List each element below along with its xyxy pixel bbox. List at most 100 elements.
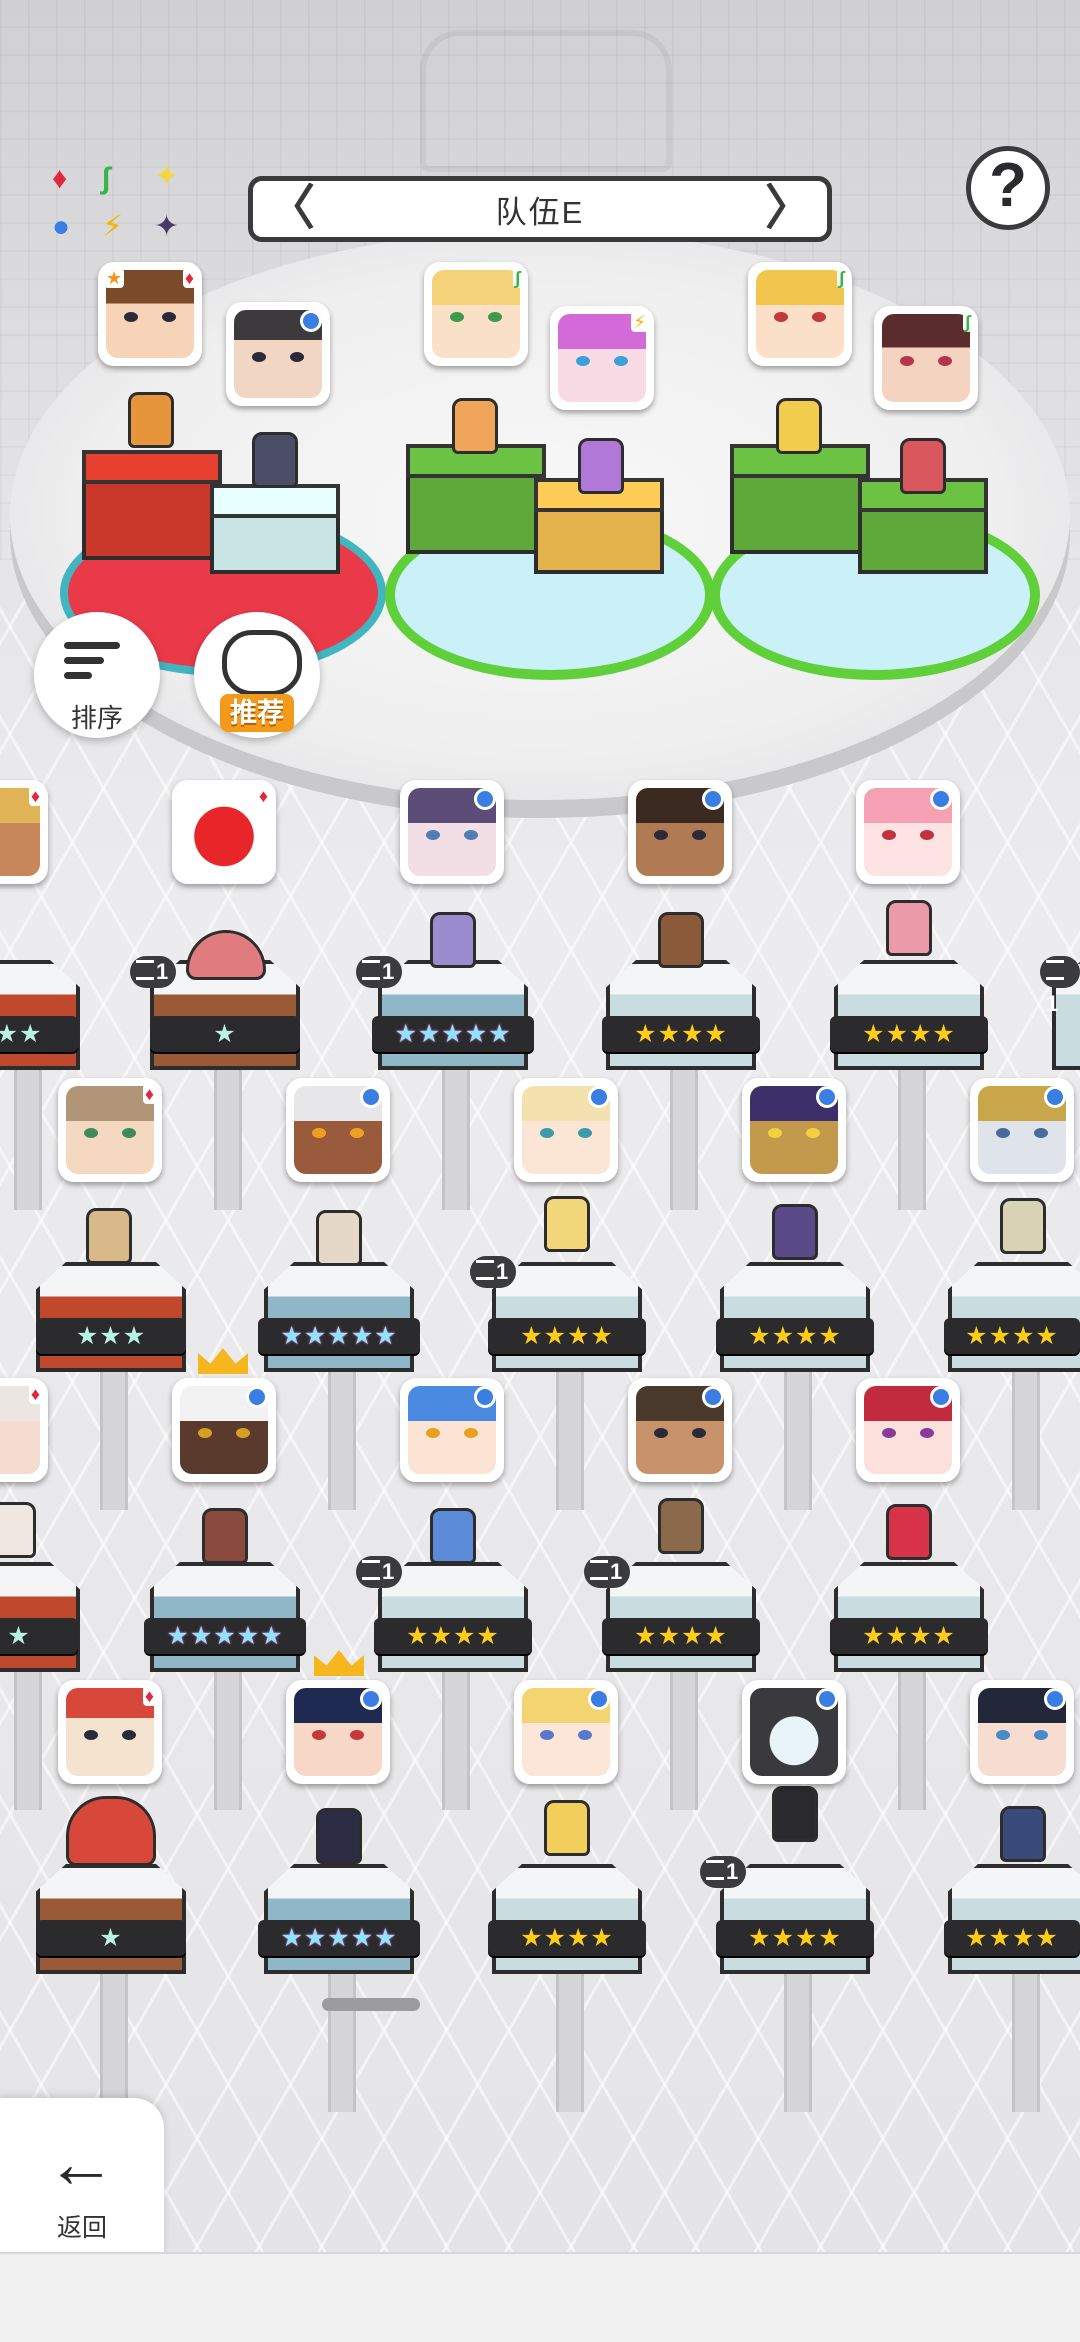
hero-portrait[interactable] — [400, 1378, 504, 1482]
party-portrait[interactable]: ∫ — [874, 306, 978, 410]
crown-icon — [314, 1650, 364, 1676]
star-rating: ★★★★★ — [144, 1618, 306, 1654]
back-label: 返回 — [56, 2214, 107, 2242]
pillar-post — [14, 1660, 42, 1810]
hero-pillar — [264, 1262, 414, 1372]
hero-sprite[interactable] — [66, 1796, 156, 1866]
bolt-yellow-icon: ⚡ — [102, 210, 124, 243]
hero-portrait[interactable] — [856, 1378, 960, 1482]
water-blue-icon: ● — [52, 210, 71, 243]
hero-portrait[interactable] — [172, 1378, 276, 1482]
red-element-icon: ♦ — [28, 786, 42, 806]
hero-pillar — [0, 960, 80, 1070]
hero-sprite[interactable] — [544, 1800, 590, 1856]
drag-handle[interactable] — [322, 1998, 420, 2011]
hero-pillar — [264, 1864, 414, 1974]
hero-sprite[interactable] — [1000, 1806, 1046, 1862]
hero-portrait[interactable] — [970, 1680, 1074, 1784]
hero-sprite[interactable] — [1000, 1198, 1046, 1254]
party-portrait[interactable] — [226, 302, 330, 406]
hero-sprite[interactable] — [316, 1210, 362, 1266]
hero-portrait[interactable] — [856, 780, 960, 884]
hero-sprite[interactable] — [658, 912, 704, 968]
hero-sprite[interactable] — [772, 1786, 818, 1842]
hero-sprite[interactable] — [886, 900, 932, 956]
hero-portrait[interactable]: ♦ — [172, 780, 276, 884]
star-rating: ★★★★ — [716, 1920, 874, 1956]
pillar-post — [328, 1360, 356, 1510]
help-button[interactable]: ? — [966, 146, 1050, 230]
water-element-icon — [930, 1386, 952, 1408]
hero-portrait[interactable]: ♦ — [0, 1378, 48, 1482]
element-affinity-chart[interactable]: ♦ ∫ ✦ ● ⚡ ✦ — [52, 160, 202, 252]
hero-portrait[interactable] — [514, 1078, 618, 1182]
party-sprite[interactable] — [578, 438, 624, 494]
hero-sprite[interactable] — [544, 1196, 590, 1252]
red-element-icon: ♦ — [28, 1384, 42, 1404]
party-sprite[interactable] — [252, 432, 298, 488]
water-element-icon — [930, 788, 952, 810]
hero-sprite[interactable] — [886, 1504, 932, 1560]
hero-sprite[interactable] — [430, 912, 476, 968]
leaf-element-icon: ∫ — [837, 268, 846, 288]
next-team-button[interactable]: 〉 — [765, 185, 813, 233]
pillar-post — [556, 1962, 584, 2112]
hero-portrait[interactable] — [286, 1078, 390, 1182]
hero-sprite[interactable] — [658, 1498, 704, 1554]
duplicate-count: 1 — [356, 956, 403, 988]
water-element-icon — [816, 1688, 838, 1710]
party-portrait[interactable]: ⚡ — [550, 306, 654, 410]
hero-portrait[interactable]: ♦ — [58, 1680, 162, 1784]
star-rating: ★★★★★ — [372, 1016, 534, 1052]
hero-sprite[interactable] — [430, 1508, 476, 1564]
hero-portrait[interactable] — [742, 1078, 846, 1182]
hero-sprite[interactable] — [772, 1204, 818, 1260]
hero-sprite[interactable] — [186, 930, 266, 980]
hero-sprite[interactable] — [202, 1508, 248, 1564]
star-rating: ★★★★ — [830, 1618, 988, 1654]
back-button[interactable]: ← 返回 — [0, 2098, 164, 2253]
party-portrait[interactable]: ∫ — [424, 262, 528, 366]
leaf-element-icon: ∫ — [963, 312, 972, 332]
hero-pillar — [606, 960, 756, 1070]
party-sprite[interactable] — [776, 398, 822, 454]
party-sprite[interactable] — [128, 392, 174, 448]
pillar-post — [214, 1060, 242, 1210]
water-element-icon — [702, 1386, 724, 1408]
hero-pillar — [834, 1562, 984, 1672]
hero-sprite[interactable] — [86, 1208, 132, 1264]
hero-portrait[interactable] — [400, 780, 504, 884]
star-rating: ★★★★ — [602, 1016, 760, 1052]
party-block — [210, 484, 340, 574]
hero-sprite[interactable] — [0, 1502, 36, 1558]
hero-portrait[interactable]: ♦ — [0, 780, 48, 884]
leader-star-icon: ★ — [104, 268, 125, 288]
leaf-element-icon: ∫ — [513, 268, 522, 288]
hero-pillar — [36, 1262, 186, 1372]
star-rating: ★★★★ — [944, 1318, 1080, 1354]
hero-portrait[interactable]: ♦ — [58, 1078, 162, 1182]
hero-portrait[interactable] — [286, 1680, 390, 1784]
water-element-icon — [702, 788, 724, 810]
party-portrait[interactable]: ★ ♦ — [98, 262, 202, 366]
pillar-post — [328, 1962, 356, 2112]
prev-team-button[interactable]: 〈 — [267, 185, 315, 233]
party-sprite[interactable] — [900, 438, 946, 494]
water-element-icon — [1044, 1688, 1066, 1710]
hero-sprite[interactable] — [316, 1808, 362, 1864]
hero-portrait[interactable] — [970, 1078, 1074, 1182]
red-element-icon: ♦ — [142, 1084, 156, 1104]
hero-portrait[interactable] — [742, 1680, 846, 1784]
back-arrow-icon: ← — [46, 2124, 116, 2202]
star-rating: ★★★★ — [944, 1920, 1080, 1956]
pillar-post — [1012, 1360, 1040, 1510]
star-rating: ★★★★ — [602, 1618, 760, 1654]
sort-button[interactable]: 排序 — [34, 612, 160, 738]
hero-portrait[interactable] — [628, 780, 732, 884]
recommend-button[interactable]: 推荐 — [194, 612, 320, 738]
sparkle-purple-icon: ✦ — [154, 210, 180, 243]
party-portrait[interactable]: ∫ — [748, 262, 852, 366]
hero-portrait[interactable] — [514, 1680, 618, 1784]
party-sprite[interactable] — [452, 398, 498, 454]
hero-portrait[interactable] — [628, 1378, 732, 1482]
